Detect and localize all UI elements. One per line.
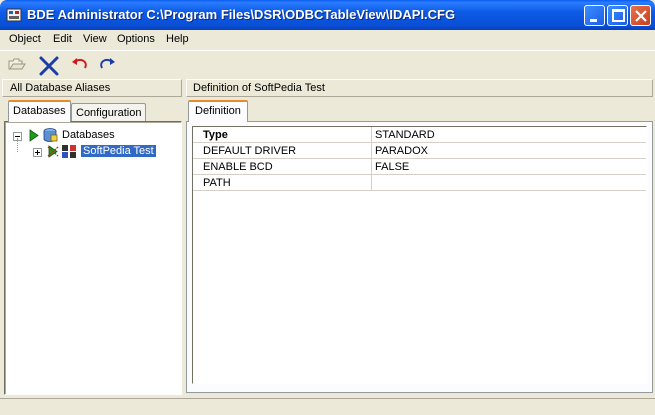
grid-key: ENABLE BCD [203, 161, 273, 173]
tree-label-softpedia-test: SoftPedia Test [81, 145, 156, 157]
tab-configuration[interactable]: Configuration [71, 103, 147, 123]
grid-divider [371, 175, 372, 191]
grid-divider [371, 159, 372, 175]
tree-item-databases[interactable]: Databases [13, 128, 173, 144]
menu-view[interactable]: View [83, 33, 107, 45]
definition-grid[interactable]: Type STANDARD DEFAULT DRIVER PARADOX ENA… [192, 126, 647, 384]
grid-divider [371, 127, 372, 143]
grid-row-default-driver[interactable]: DEFAULT DRIVER PARADOX [193, 143, 646, 159]
expand-icon[interactable] [33, 148, 42, 157]
paradox-alias-icon [62, 145, 76, 158]
bde-app-icon [6, 8, 22, 22]
database-tree[interactable]: Databases SoftPedia Test [4, 121, 182, 395]
undo-icon [72, 58, 87, 69]
tree-label-databases: Databases [62, 129, 115, 141]
window-title: BDE Administrator C:\Program Files\DSR\O… [27, 7, 456, 22]
undo-button[interactable] [68, 54, 92, 76]
minimize-icon [590, 19, 597, 22]
delete-button[interactable] [37, 54, 61, 76]
maximize-icon [612, 9, 625, 22]
grid-key: PATH [203, 177, 231, 189]
grid-key: DEFAULT DRIVER [203, 145, 297, 157]
grid-key: Type [203, 129, 228, 141]
delete-icon [39, 56, 59, 76]
minimize-button[interactable] [584, 5, 605, 26]
grid-row-enable-bcd[interactable]: ENABLE BCD FALSE [193, 159, 646, 175]
left-panel-header: All Database Aliases [2, 79, 182, 97]
tab-databases[interactable]: Databases [8, 100, 71, 122]
menu-edit[interactable]: Edit [53, 33, 72, 45]
status-bar [0, 398, 655, 415]
grid-row-path[interactable]: PATH [193, 175, 646, 191]
alias-status-icon [47, 145, 59, 158]
toolbar [0, 50, 655, 78]
grid-row-type[interactable]: Type STANDARD [193, 127, 646, 143]
menu-help[interactable]: Help [166, 33, 189, 45]
open-folder-icon [8, 58, 26, 70]
grid-value[interactable]: PARADOX [375, 145, 428, 157]
grid-divider [371, 143, 372, 159]
play-icon [29, 129, 39, 142]
close-icon [635, 10, 647, 22]
tree-item-softpedia-test[interactable]: SoftPedia Test [33, 144, 183, 160]
menu-object[interactable]: Object [9, 33, 41, 45]
close-button[interactable] [630, 5, 651, 26]
grid-value[interactable]: FALSE [375, 161, 409, 173]
title-bar[interactable]: BDE Administrator C:\Program Files\DSR\O… [0, 0, 655, 30]
menu-bar: Object Edit View Options Help [0, 30, 655, 49]
redo-button[interactable] [95, 54, 119, 76]
databases-icon [43, 128, 58, 142]
tree-connector [17, 138, 18, 152]
right-panel-header: Definition of SoftPedia Test [186, 79, 653, 97]
grid-value[interactable]: STANDARD [375, 129, 435, 141]
maximize-button[interactable] [607, 5, 628, 26]
tab-definition[interactable]: Definition [188, 100, 248, 122]
open-button[interactable] [6, 54, 30, 76]
menu-options[interactable]: Options [117, 33, 155, 45]
redo-icon [100, 58, 115, 69]
